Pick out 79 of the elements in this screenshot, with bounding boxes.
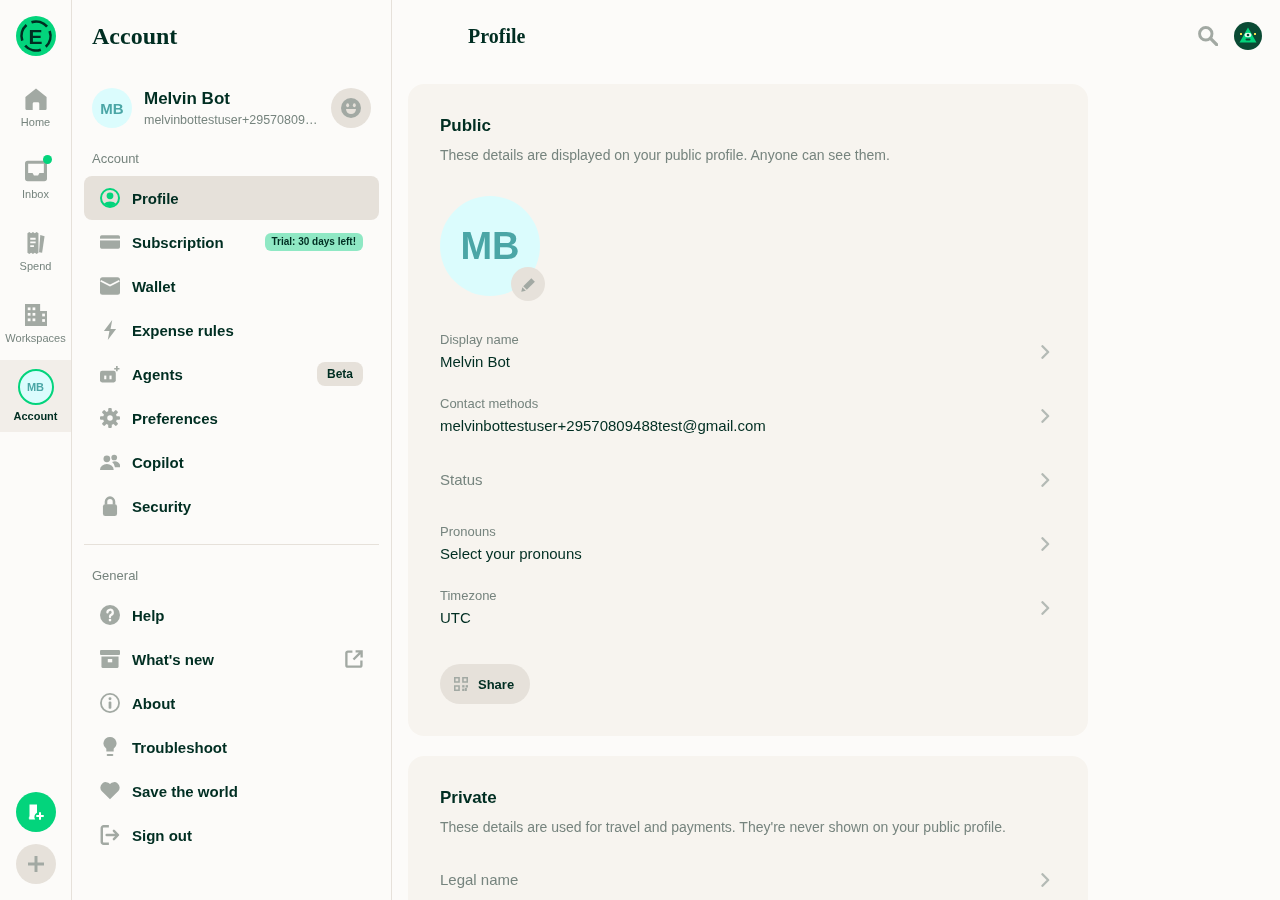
- beta-badge: Beta: [317, 362, 363, 386]
- nav-item[interactable]: Workspaces: [0, 288, 71, 360]
- menu-item[interactable]: Security: [84, 484, 379, 528]
- field-label: Contact methods: [440, 396, 540, 412]
- menu-item[interactable]: Agents Beta: [84, 352, 379, 396]
- section-label: Account: [91, 151, 140, 167]
- menu-item[interactable]: Subscription Trial: 30 days left!: [84, 220, 379, 264]
- menu-item[interactable]: Help: [84, 593, 379, 637]
- inbox-tray-icon: [24, 160, 47, 182]
- section-description: These details are used for travel and payments. They're never shown on your public profile.: [439, 818, 1007, 836]
- field-label: Status: [440, 470, 484, 490]
- nav-item[interactable]: Spend: [0, 216, 71, 288]
- menu-item[interactable]: What's new: [84, 637, 379, 681]
- page-title: Profile: [468, 24, 527, 48]
- field-value: UTC: [440, 608, 472, 628]
- credit-card-icon: [100, 232, 120, 252]
- field-label: Timezone: [440, 588, 498, 604]
- menu-item[interactable]: Profile: [84, 176, 379, 220]
- user-email: melvinbottestuser+29570809…: [144, 111, 319, 128]
- wallet-icon: [100, 276, 120, 296]
- heart-icon: [100, 781, 120, 801]
- menu-item[interactable]: Preferences: [84, 396, 379, 440]
- trial-badge: Trial: 30 days left!: [264, 233, 363, 251]
- gear-icon: [100, 408, 120, 428]
- receipt-icon: [24, 232, 47, 254]
- lock-icon: [100, 496, 120, 516]
- add-button[interactable]: [15, 844, 56, 884]
- menu-item[interactable]: Save the world: [84, 769, 379, 813]
- profile-avatar: MB: [440, 196, 540, 296]
- search-icon: [1198, 26, 1218, 46]
- chevron-right-icon[interactable]: [1041, 345, 1050, 359]
- section-title: Public: [439, 116, 492, 136]
- house-icon: [24, 88, 47, 110]
- box-icon: [100, 649, 120, 669]
- menu-item[interactable]: Copilot: [84, 440, 379, 484]
- person-circle-icon: [100, 188, 120, 208]
- field-value: Select your pronouns: [440, 544, 583, 564]
- section-label: General: [91, 568, 140, 584]
- section-title: Private: [439, 788, 498, 808]
- user-name: Melvin Bot: [144, 88, 231, 109]
- menu-item[interactable]: About: [84, 681, 379, 725]
- plus-icon: [27, 856, 44, 872]
- chevron-right-icon[interactable]: [1041, 873, 1050, 887]
- create-expense-button[interactable]: [15, 792, 56, 832]
- building-icon: [24, 304, 47, 326]
- field-value: Melvin Bot: [440, 352, 512, 372]
- sign-out-icon: [100, 825, 120, 845]
- menu-item[interactable]: Expense rules: [84, 308, 379, 352]
- section-description: These details are displayed on your public profile. Anyone can see them.: [439, 146, 891, 164]
- user-avatar: MB: [92, 88, 132, 128]
- menu-item[interactable]: Sign out: [84, 813, 379, 857]
- chevron-right-icon[interactable]: [1041, 537, 1050, 551]
- sidebar-title: Account: [92, 22, 178, 50]
- nav-item[interactable]: Home: [0, 72, 71, 144]
- pencil-icon: [520, 276, 536, 292]
- chevron-right-icon[interactable]: [1041, 473, 1050, 487]
- people-icon: [100, 452, 120, 472]
- receipt-plus-icon: [27, 804, 44, 820]
- field-label: Legal name: [440, 870, 520, 890]
- robot-icon: [100, 364, 120, 384]
- menu-item[interactable]: Wallet: [84, 264, 379, 308]
- share-button[interactable]: Share: [440, 664, 531, 704]
- field-label: Pronouns: [440, 524, 497, 540]
- menu-item[interactable]: Troubleshoot: [84, 725, 379, 769]
- status-emoji-button[interactable]: [331, 88, 371, 128]
- question-mark-icon: [100, 605, 120, 625]
- info-icon: [100, 693, 120, 713]
- field-value: melvinbottestuser+29570809488test@gmail.com: [440, 416, 767, 436]
- nav-item[interactable]: Inbox: [0, 144, 71, 216]
- smiley-icon: [341, 98, 361, 118]
- chevron-right-icon[interactable]: [1041, 601, 1050, 615]
- search-button[interactable]: [1198, 26, 1218, 46]
- user-avatar-icon[interactable]: [1234, 22, 1262, 50]
- app-logo[interactable]: E: [15, 16, 56, 56]
- lightbulb-icon: [100, 737, 120, 757]
- field-label: Display name: [440, 332, 520, 348]
- chevron-right-icon[interactable]: [1041, 409, 1050, 423]
- edit-avatar-button[interactable]: [511, 267, 545, 301]
- qr-code-icon: [454, 677, 468, 691]
